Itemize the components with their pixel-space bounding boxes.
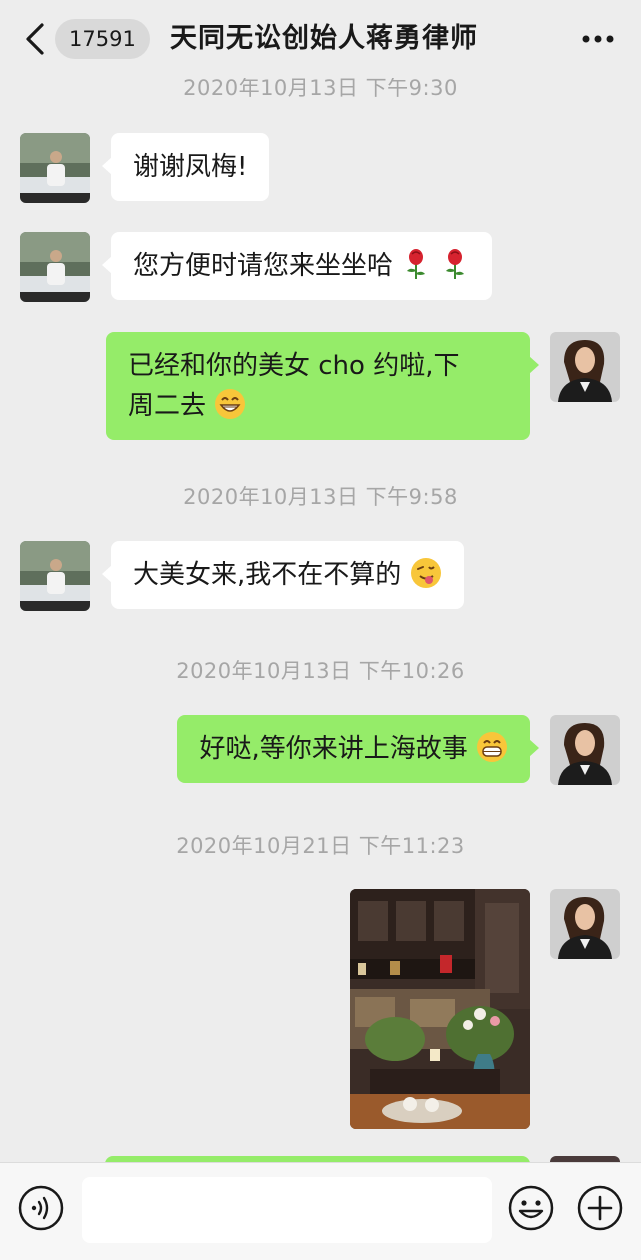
more-actions-plus-icon[interactable]	[577, 1185, 623, 1231]
rose-icon	[445, 249, 464, 279]
contact-avatar[interactable]	[20, 133, 90, 203]
message-text-line: 周二去	[128, 391, 207, 421]
timestamp: 2020年10月21日 下午11:23	[176, 834, 465, 858]
chat-title: 天同无讼创始人蒋勇律师	[170, 23, 478, 54]
message-text-input[interactable]	[82, 1177, 492, 1243]
message-text: 好哒,等你来讲上海故事	[199, 734, 468, 764]
voice-input-icon[interactable]	[18, 1185, 64, 1231]
message-text: 您方便时请您来坐坐哈	[133, 251, 394, 281]
timestamp: 2020年10月13日 下午9:58	[183, 485, 458, 509]
unread-count-badge[interactable]: 17591	[55, 19, 150, 59]
chat-header: 17591 天同无讼创始人蒋勇律师	[0, 0, 641, 78]
message-input-bar	[0, 1162, 641, 1260]
back-chevron-icon[interactable]	[22, 22, 50, 56]
incoming-message-bubble[interactable]: 您方便时请您来坐坐哈	[102, 232, 492, 300]
message-text: 谢谢凤梅!	[133, 152, 248, 182]
message-text: 大美女来,我不在不算的	[133, 560, 402, 590]
emoji-picker-icon[interactable]	[508, 1185, 554, 1231]
grin-sweat-icon	[215, 389, 246, 419]
outgoing-message-bubble[interactable]: 已经和你的美女 cho 约啦,下 周二去	[106, 332, 539, 440]
timestamp: 2020年10月13日 下午10:26	[176, 659, 465, 683]
user-avatar[interactable]	[550, 332, 620, 402]
incoming-message-bubble[interactable]: 谢谢凤梅!	[101, 133, 270, 201]
wink-tongue-icon	[410, 558, 441, 588]
outgoing-message-bubble[interactable]: 好哒,等你来讲上海故事	[177, 715, 539, 783]
rose-icon	[407, 249, 426, 279]
contact-avatar[interactable]	[20, 541, 90, 611]
message-text-line: 已经和你的美女 cho 约啦,下	[128, 351, 460, 381]
contact-avatar[interactable]	[20, 232, 90, 302]
user-avatar[interactable]	[550, 715, 620, 785]
grin-icon	[477, 732, 507, 762]
image-message[interactable]	[350, 889, 530, 1129]
more-options-icon[interactable]	[581, 30, 615, 48]
incoming-message-bubble[interactable]: 大美女来,我不在不算的	[102, 541, 464, 609]
user-avatar[interactable]	[550, 889, 620, 959]
